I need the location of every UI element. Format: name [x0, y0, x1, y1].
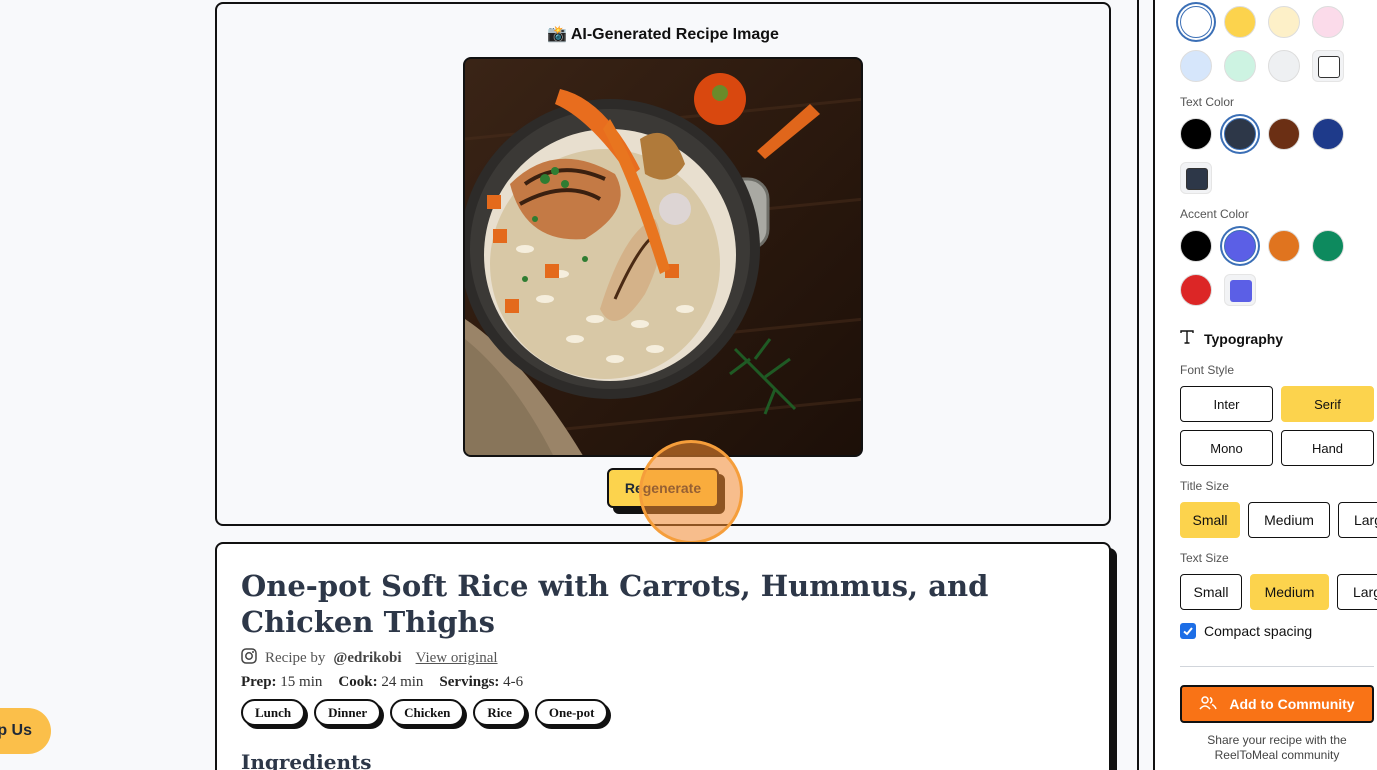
text-size-large-button[interactable]: Larg [1337, 574, 1377, 610]
servings-value: 4-6 [503, 674, 524, 690]
accent-swatch-red[interactable] [1180, 274, 1212, 306]
servings: Servings: 4-6 [439, 674, 523, 691]
bg-swatch-yellow[interactable] [1224, 6, 1256, 38]
tag-chip: Chicken [390, 699, 468, 729]
typography-section: Typography [1180, 330, 1283, 347]
prep-time: Prep: 15 min [241, 674, 322, 691]
tag-label: Chicken [390, 699, 465, 726]
author-handle: @edrikobi [333, 650, 402, 666]
bg-swatch-cream[interactable] [1268, 6, 1300, 38]
tag-label: Dinner [314, 699, 382, 726]
tag-chip: One-pot [534, 699, 612, 729]
title-size-large-button[interactable]: Larg [1338, 502, 1377, 538]
bg-swatch-white[interactable] [1180, 6, 1212, 38]
bg-swatch-blue[interactable] [1180, 50, 1212, 82]
text-swatch-black[interactable] [1180, 118, 1212, 150]
recipe-byline: Recipe by @edrikobi View original [241, 648, 498, 669]
accent-swatch-black[interactable] [1180, 230, 1212, 262]
font-serif-button[interactable]: Serif [1281, 386, 1374, 422]
text-color-label: Text Color [1180, 95, 1235, 109]
font-style-label: Font Style [1180, 363, 1235, 377]
tag-label: Rice [473, 699, 526, 726]
recipe-card: One-pot Soft Rice with Carrots, Hummus, … [215, 542, 1111, 770]
bg-swatch-gray[interactable] [1268, 50, 1300, 82]
title-size-label: Title Size [1180, 479, 1229, 493]
ai-image-card: 📸 AI-Generated Recipe Image Regenerate [215, 2, 1111, 544]
regenerate-button[interactable]: Regenerate [607, 468, 719, 508]
add-to-community-button[interactable]: Add to Community [1180, 685, 1374, 723]
title-size-medium-button[interactable]: Medium [1248, 502, 1330, 538]
instagram-icon [241, 648, 257, 669]
text-swatch-brown[interactable] [1268, 118, 1300, 150]
cook-time: Cook: 24 min [338, 674, 423, 691]
prep-label: Prep: [241, 674, 277, 690]
font-mono-button[interactable]: Mono [1180, 430, 1273, 466]
prep-value: 15 min [280, 674, 323, 690]
accent-swatch-indigo[interactable] [1224, 230, 1256, 262]
accent-color-label: Accent Color [1180, 207, 1249, 221]
users-icon [1199, 695, 1218, 714]
tag-label: Lunch [241, 699, 306, 726]
share-note: Share your recipe with the ReelToMeal co… [1207, 733, 1347, 762]
recipe-photo [463, 57, 863, 457]
tag-chip: Dinner [314, 699, 385, 729]
ingredients-heading: Ingredients [241, 750, 372, 770]
compact-spacing-option[interactable]: Compact spacing [1180, 623, 1312, 639]
help-us-button[interactable]: p Us [0, 708, 51, 754]
cook-label: Cook: [338, 674, 378, 690]
help-us-label: p Us [0, 722, 32, 739]
bg-custom-color-picker[interactable] [1312, 50, 1344, 82]
bg-swatch-pink[interactable] [1312, 6, 1344, 38]
accent-custom-color-picker[interactable] [1224, 274, 1256, 306]
tag-chip: Rice [473, 699, 529, 729]
tag-label: One-pot [534, 699, 609, 726]
typography-icon [1180, 330, 1194, 347]
style-panel: Text Color Accent Color Typography Font … [1153, 0, 1377, 770]
text-size-label: Text Size [1180, 551, 1229, 565]
view-original-link[interactable]: View original [416, 650, 498, 667]
compact-spacing-checkbox[interactable] [1180, 623, 1196, 639]
byline-prefix: Recipe by [265, 650, 326, 666]
accent-swatch-orange[interactable] [1268, 230, 1300, 262]
recipe-title: One-pot Soft Rice with Carrots, Hummus, … [241, 569, 989, 639]
tag-list: Lunch Dinner Chicken Rice One-pot [241, 699, 612, 729]
font-inter-button[interactable]: Inter [1180, 386, 1273, 422]
panel-divider [1180, 666, 1374, 667]
text-custom-color-picker[interactable] [1180, 162, 1212, 194]
bg-swatch-mint[interactable] [1224, 50, 1256, 82]
servings-label: Servings: [439, 674, 500, 690]
cook-value: 24 min [381, 674, 424, 690]
font-hand-button[interactable]: Hand [1281, 430, 1374, 466]
ai-image-title: 📸 AI-Generated Recipe Image [547, 26, 779, 43]
content-divider [1137, 0, 1139, 770]
text-swatch-navy[interactable] [1312, 118, 1344, 150]
compact-spacing-label: Compact spacing [1204, 623, 1313, 639]
text-size-small-button[interactable]: Small [1180, 574, 1242, 610]
accent-swatch-green[interactable] [1312, 230, 1344, 262]
text-size-medium-button[interactable]: Medium [1250, 574, 1329, 610]
add-to-community-label: Add to Community [1229, 696, 1355, 712]
typography-title: Typography [1204, 330, 1284, 347]
title-size-small-button[interactable]: Small [1180, 502, 1240, 538]
recipe-meta: Prep: 15 min Cook: 24 min Servings: 4-6 [241, 674, 523, 691]
tag-chip: Lunch [241, 699, 309, 729]
text-swatch-slate[interactable] [1224, 118, 1256, 150]
